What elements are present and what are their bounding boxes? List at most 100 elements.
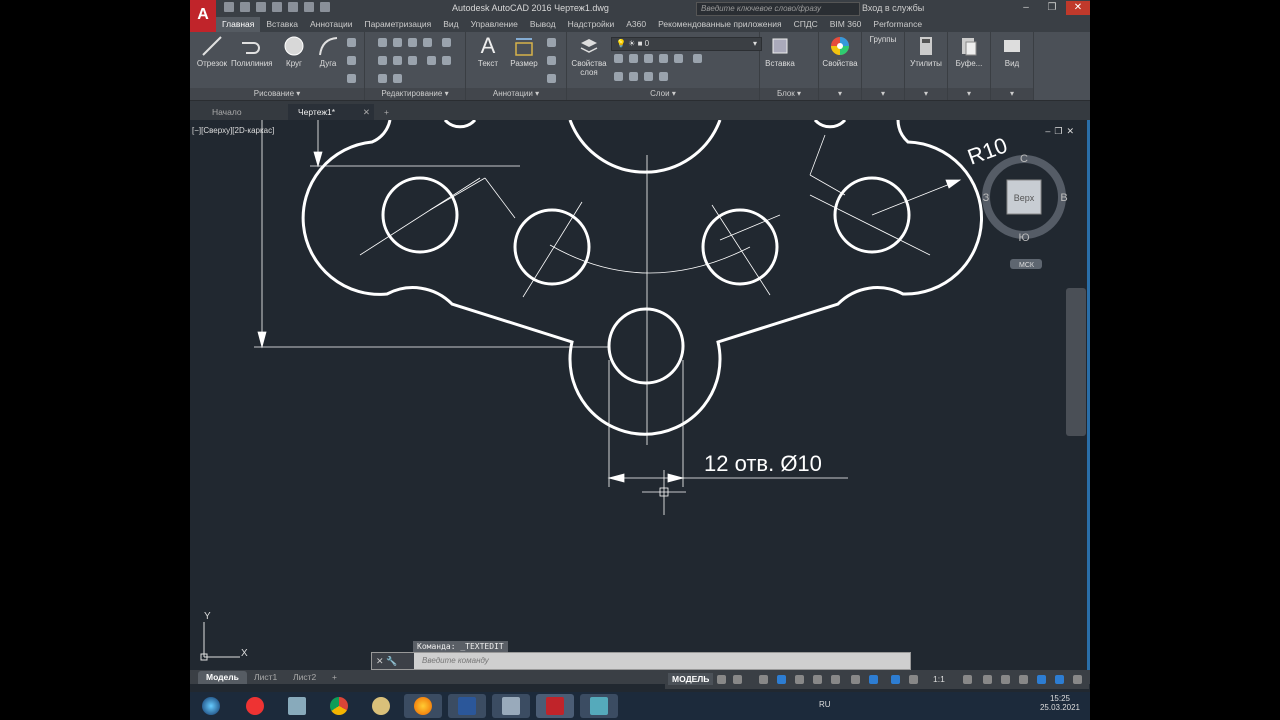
command-line[interactable]: ✕ 🔧 Введите команду (371, 652, 911, 670)
start-button[interactable] (192, 694, 230, 718)
utilities-panel-expand[interactable]: ▾ (905, 88, 947, 100)
text-button[interactable]: A Текст (468, 35, 508, 69)
layer-tool-10-icon[interactable] (659, 72, 668, 81)
layers-panel-title[interactable]: Слои ▾ (567, 88, 759, 100)
tab-output[interactable]: Вывод (524, 17, 562, 32)
copy-icon[interactable] (442, 38, 452, 47)
ellipse-icon[interactable] (347, 74, 356, 83)
line-button[interactable]: Отрезок (192, 35, 232, 68)
drawing-canvas[interactable]: [−][Сверху][2D-каркас] –❐✕ R10 12 отв. Ø… (190, 120, 1090, 670)
quick-properties-icon[interactable] (1019, 675, 1028, 684)
annotation-panel-title[interactable]: Аннотации ▾ (466, 88, 566, 100)
new-tab-button[interactable]: + (380, 104, 393, 120)
linear-dim-icon[interactable] (547, 38, 556, 47)
trim-icon[interactable] (408, 38, 417, 47)
tab-annotate[interactable]: Аннотации (304, 17, 359, 32)
layer-tool-8-icon[interactable] (629, 72, 638, 81)
annotation-scale[interactable]: 1:1 (933, 674, 945, 684)
navigation-bar[interactable] (1066, 288, 1086, 436)
customization-icon[interactable] (1073, 675, 1082, 684)
tab-view[interactable]: Вид (437, 17, 464, 32)
clean-screen-icon[interactable] (1055, 675, 1064, 684)
object-snap-tracking-icon[interactable] (813, 675, 822, 684)
fillet-icon[interactable] (393, 56, 402, 65)
properties-panel-expand[interactable]: ▾ (819, 88, 861, 100)
layer-tool-3-icon[interactable] (644, 54, 653, 63)
layer-tool-4-icon[interactable] (659, 54, 668, 63)
model-space-button[interactable]: МОДЕЛЬ (668, 673, 714, 685)
tab-drawing1[interactable]: Чертеж1* ✕ (288, 104, 374, 120)
tab-spds[interactable]: СПДС (788, 17, 824, 32)
layer-properties-button[interactable]: Свойства слоя (569, 35, 609, 77)
groups-button[interactable]: Группы (863, 35, 903, 44)
taskbar-firefox[interactable] (404, 694, 442, 718)
open-file-icon[interactable] (240, 2, 250, 12)
groups-panel-expand[interactable]: ▾ (862, 88, 904, 100)
add-layout-button[interactable]: + (324, 671, 345, 684)
modify-panel-title[interactable]: Редактирование ▾ (365, 88, 465, 100)
layer-tool-2-icon[interactable] (629, 54, 638, 63)
clipboard-panel-expand[interactable]: ▾ (948, 88, 990, 100)
hatch-icon[interactable] (347, 56, 356, 65)
undo-icon[interactable] (304, 2, 314, 12)
grid-icon[interactable] (717, 675, 726, 684)
search-input[interactable]: Введите ключевое слово/фразу (696, 2, 860, 16)
leader-icon[interactable] (547, 56, 556, 65)
annotation-visibility-icon[interactable] (891, 675, 900, 684)
polyline-button[interactable]: Полилиния (231, 35, 273, 68)
save-icon[interactable] (256, 2, 266, 12)
offset-icon[interactable] (393, 74, 402, 83)
draw-panel-title[interactable]: Рисование ▾ (190, 88, 364, 100)
tab-manage[interactable]: Управление (465, 17, 524, 32)
close-tab-icon[interactable]: ✕ (363, 104, 370, 120)
view-cube[interactable]: Верх С Ю З В МСК (982, 153, 1068, 269)
mirror-icon[interactable] (378, 56, 387, 65)
taskbar-yandex[interactable] (236, 694, 274, 718)
layer-dropdown[interactable]: 💡 ☀ ■ 0 ▾ (611, 37, 762, 51)
view-button[interactable]: Вид (992, 35, 1032, 68)
plot-icon[interactable] (288, 2, 298, 12)
block-panel-title[interactable]: Блок ▾ (760, 88, 818, 100)
tab-layout2[interactable]: Лист2 (285, 671, 324, 684)
close-button[interactable]: ✕ (1066, 1, 1090, 15)
scale-icon[interactable] (442, 56, 452, 65)
layer-tool-9-icon[interactable] (644, 72, 653, 81)
units-icon[interactable] (1001, 675, 1010, 684)
utilities-button[interactable]: Утилиты (906, 35, 946, 68)
taskbar-chrome[interactable] (320, 694, 358, 718)
transparency-icon[interactable] (869, 675, 878, 684)
tab-featured-apps[interactable]: Рекомендованные приложения (652, 17, 787, 32)
command-input[interactable]: Введите команду (422, 656, 489, 665)
isolate-objects-icon[interactable] (1037, 675, 1046, 684)
sign-in-link[interactable]: Вход в службы (862, 3, 924, 13)
erase-icon[interactable] (423, 38, 432, 47)
tab-parametric[interactable]: Параметризация (358, 17, 437, 32)
taskbar-paint[interactable] (362, 694, 400, 718)
tab-performance[interactable]: Performance (867, 17, 928, 32)
tab-addins[interactable]: Надстройки (562, 17, 621, 32)
isodraft-icon[interactable] (795, 675, 804, 684)
snap-icon[interactable] (733, 675, 742, 684)
workspace-gear-icon[interactable] (963, 675, 972, 684)
stretch-icon[interactable] (427, 56, 437, 65)
view-panel-expand[interactable]: ▾ (991, 88, 1033, 100)
autocad-logo-button[interactable]: A (190, 0, 216, 34)
rectangle-icon[interactable] (347, 38, 356, 47)
taskbar-word[interactable] (448, 694, 486, 718)
tab-bim360[interactable]: BIM 360 (824, 17, 868, 32)
command-line-buttons[interactable]: ✕ 🔧 (372, 653, 414, 669)
osnap-icon[interactable] (831, 675, 840, 684)
arc-button[interactable]: Дуга (308, 35, 348, 68)
table-icon[interactable] (547, 74, 556, 83)
taskbar-autocad[interactable] (536, 694, 574, 718)
minimize-button[interactable]: – (1014, 1, 1038, 15)
save-as-icon[interactable] (272, 2, 282, 12)
array-icon[interactable] (378, 74, 387, 83)
ortho-icon[interactable] (759, 675, 768, 684)
tab-home[interactable]: Главная (216, 17, 261, 32)
insert-block-button[interactable]: Вставка (760, 35, 800, 68)
clipboard-button[interactable]: Буфе... (949, 35, 989, 68)
redo-icon[interactable] (320, 2, 330, 12)
system-clock[interactable]: 15:25 25.03.2021 (1040, 694, 1080, 712)
layer-tool-1-icon[interactable] (614, 54, 623, 63)
